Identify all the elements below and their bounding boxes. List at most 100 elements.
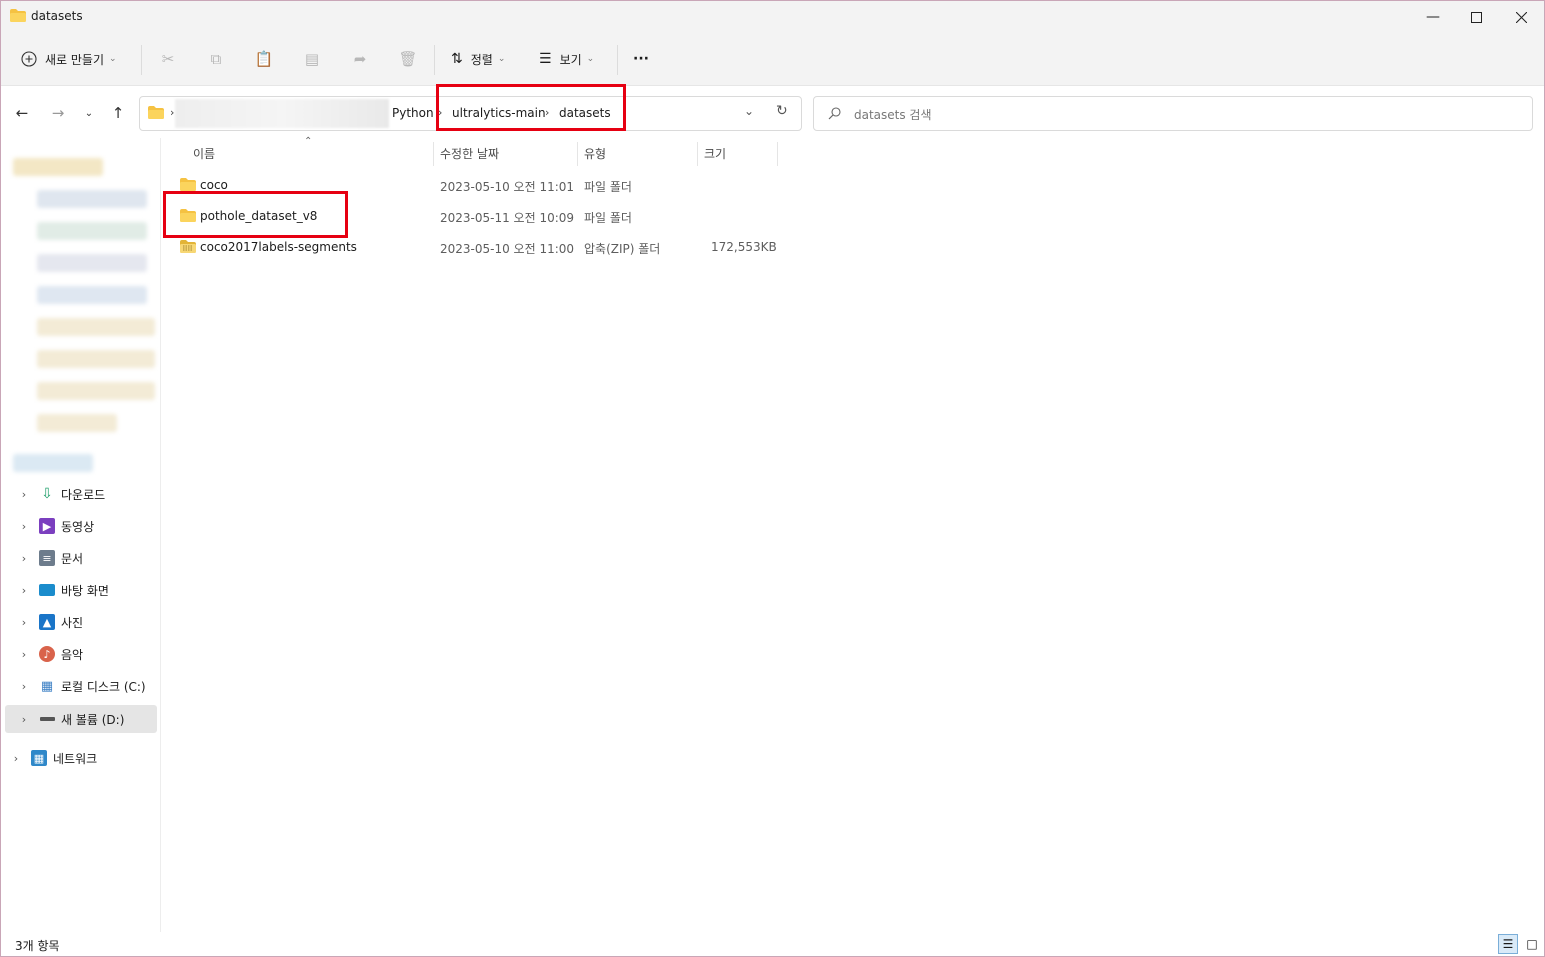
maximize-icon bbox=[1470, 11, 1482, 23]
status-bar: 3개 항목 ☰ □ bbox=[1, 932, 1544, 956]
sidebar-item-label: 사진 bbox=[61, 615, 84, 630]
column-header-modified[interactable]: 수정한 날짜 bbox=[440, 145, 499, 162]
file-name: coco bbox=[200, 178, 228, 192]
copy-icon[interactable]: ⧉ bbox=[206, 49, 226, 69]
file-list: ⌃ 이름 수정한 날짜 유형 크기 coco 2023-05-10 오전 11:… bbox=[161, 136, 1544, 932]
expand-chevron-icon[interactable]: › bbox=[15, 520, 33, 533]
item-count: 3개 항목 bbox=[15, 939, 60, 953]
expand-chevron-icon[interactable]: › bbox=[15, 713, 33, 726]
search-icon bbox=[828, 107, 841, 120]
expand-chevron-icon[interactable]: › bbox=[7, 752, 25, 765]
sidebar-item-network[interactable]: › ▦ 네트워크 bbox=[1, 744, 149, 772]
desktop-icon bbox=[39, 584, 55, 596]
sort-ascending-icon: ⌃ bbox=[304, 136, 313, 147]
rename-icon[interactable]: ▤ bbox=[302, 49, 322, 69]
blurred-onedrive-item bbox=[13, 454, 93, 472]
sidebar-item-label: 바탕 화면 bbox=[61, 583, 109, 598]
file-row[interactable]: coco2017labels-segments 2023-05-10 오전 11… bbox=[177, 234, 777, 262]
blurred-pinned-item bbox=[37, 414, 117, 432]
new-button[interactable]: 새로 만들기 ⌄ bbox=[21, 45, 117, 73]
forward-arrow-icon[interactable]: → bbox=[47, 102, 69, 124]
title-bar: datasets — bbox=[1, 1, 1544, 33]
search-box[interactable]: datasets 검색 bbox=[813, 96, 1533, 131]
sidebar-item-pictures[interactable]: › ▲ 사진 bbox=[5, 608, 157, 636]
view-button[interactable]: ☰ 보기 ⌄ bbox=[539, 45, 594, 73]
sidebar-item-label: 음악 bbox=[61, 647, 84, 662]
expand-chevron-icon[interactable]: › bbox=[15, 584, 33, 597]
expand-chevron-icon[interactable]: › bbox=[15, 648, 33, 661]
recent-chevron-icon[interactable]: ⌄ bbox=[78, 102, 100, 124]
column-divider[interactable] bbox=[433, 142, 434, 166]
address-dropdown-icon[interactable]: ⌄ bbox=[744, 104, 754, 118]
blurred-pinned-item bbox=[37, 350, 155, 368]
navigation-pane: › ⇩ 다운로드 › ▶ 동영상 › ≡ 문서 › 바탕 화면 › ▲ 사진 ›… bbox=[1, 138, 161, 932]
file-type: 파일 폴더 bbox=[584, 211, 632, 225]
expand-chevron-icon[interactable]: › bbox=[15, 488, 33, 501]
expand-chevron-icon[interactable]: › bbox=[15, 616, 33, 629]
file-modified: 2023-05-10 오전 11:01 bbox=[440, 180, 575, 194]
sidebar-item-desktop[interactable]: › 바탕 화면 bbox=[5, 576, 157, 604]
chevron-down-icon: ⌄ bbox=[109, 54, 117, 64]
file-modified: 2023-05-10 오전 11:00 bbox=[440, 242, 575, 256]
expand-chevron-icon[interactable]: › bbox=[15, 552, 33, 565]
folder-icon bbox=[10, 9, 26, 22]
file-name: coco2017labels-segments bbox=[200, 240, 357, 254]
sort-button[interactable]: ⇅ 정렬 ⌄ bbox=[451, 45, 505, 73]
maximize-button[interactable] bbox=[1453, 1, 1499, 33]
chevron-down-icon: ⌄ bbox=[586, 54, 595, 64]
sort-icon: ⇅ bbox=[451, 51, 463, 67]
column-divider[interactable] bbox=[777, 142, 778, 166]
tiles-view-icon[interactable]: □ bbox=[1522, 934, 1542, 954]
blurred-pinned-item bbox=[37, 318, 155, 336]
details-view-icon[interactable]: ☰ bbox=[1498, 934, 1518, 954]
divider bbox=[141, 45, 142, 75]
sidebar-item-videos[interactable]: › ▶ 동영상 bbox=[5, 512, 157, 540]
file-type: 파일 폴더 bbox=[584, 180, 632, 194]
refresh-icon[interactable]: ↻ bbox=[776, 103, 788, 119]
file-explorer-window: datasets — 새로 만들기 ⌄ ✂ ⧉ 📋 ▤ ➦ 🗑 ⇅ 정렬 ⌄ ☰… bbox=[0, 0, 1545, 957]
blurred-pinned-item bbox=[37, 286, 147, 304]
search-input[interactable]: datasets 검색 bbox=[854, 106, 932, 123]
highlight-box-breadcrumb bbox=[436, 84, 626, 131]
column-divider[interactable] bbox=[577, 142, 578, 166]
sidebar-item-drive-d[interactable]: › 새 볼륨 (D:) bbox=[5, 705, 157, 733]
file-type: 압축(ZIP) 폴더 bbox=[584, 242, 661, 256]
blurred-breadcrumb bbox=[175, 99, 389, 128]
blurred-pinned-item bbox=[37, 222, 147, 240]
more-options-button[interactable]: ··· bbox=[633, 45, 649, 73]
sidebar-item-music[interactable]: › ♪ 음악 bbox=[5, 640, 157, 668]
file-modified: 2023-05-11 오전 10:09 bbox=[440, 211, 575, 225]
column-header-type[interactable]: 유형 bbox=[584, 145, 606, 162]
share-icon[interactable]: ➦ bbox=[350, 49, 370, 69]
column-header-size[interactable]: 크기 bbox=[704, 145, 726, 162]
column-divider[interactable] bbox=[697, 142, 698, 166]
highlight-box-pothole-folder bbox=[163, 191, 348, 238]
back-arrow-icon[interactable]: ← bbox=[11, 102, 33, 124]
cut-icon[interactable]: ✂ bbox=[158, 49, 178, 69]
sidebar-item-drive-c[interactable]: › ▦ 로컬 디스크 (C:) bbox=[5, 672, 157, 700]
download-icon: ⇩ bbox=[41, 486, 53, 502]
zip-folder-icon bbox=[180, 240, 196, 253]
breadcrumb-python[interactable]: Python bbox=[392, 106, 434, 120]
blurred-pinned-item bbox=[37, 254, 147, 272]
blurred-pinned-item bbox=[37, 382, 155, 400]
up-arrow-icon[interactable]: ↑ bbox=[107, 102, 129, 124]
minimize-button[interactable]: — bbox=[1410, 1, 1456, 33]
sidebar-item-documents[interactable]: › ≡ 문서 bbox=[5, 544, 157, 572]
window-title: datasets bbox=[31, 9, 83, 23]
expand-chevron-icon[interactable]: › bbox=[15, 680, 33, 693]
view-label: 보기 bbox=[559, 52, 582, 67]
sidebar-item-downloads[interactable]: › ⇩ 다운로드 bbox=[5, 480, 157, 508]
file-size: 172,553KB bbox=[711, 240, 777, 254]
plus-circle-icon bbox=[21, 51, 37, 67]
column-header-name[interactable]: 이름 bbox=[193, 145, 215, 162]
paste-icon[interactable]: 📋 bbox=[254, 49, 274, 69]
folder-icon bbox=[180, 178, 196, 191]
command-bar: 새로 만들기 ⌄ ✂ ⧉ 📋 ▤ ➦ 🗑 ⇅ 정렬 ⌄ ☰ 보기 ⌄ ··· bbox=[1, 33, 1544, 86]
delete-icon[interactable]: 🗑 bbox=[398, 49, 418, 69]
view-list-icon: ☰ bbox=[539, 51, 552, 67]
close-icon bbox=[1515, 11, 1527, 23]
breadcrumb-separator: › bbox=[170, 106, 175, 119]
divider bbox=[434, 45, 435, 75]
close-button[interactable] bbox=[1498, 1, 1544, 33]
